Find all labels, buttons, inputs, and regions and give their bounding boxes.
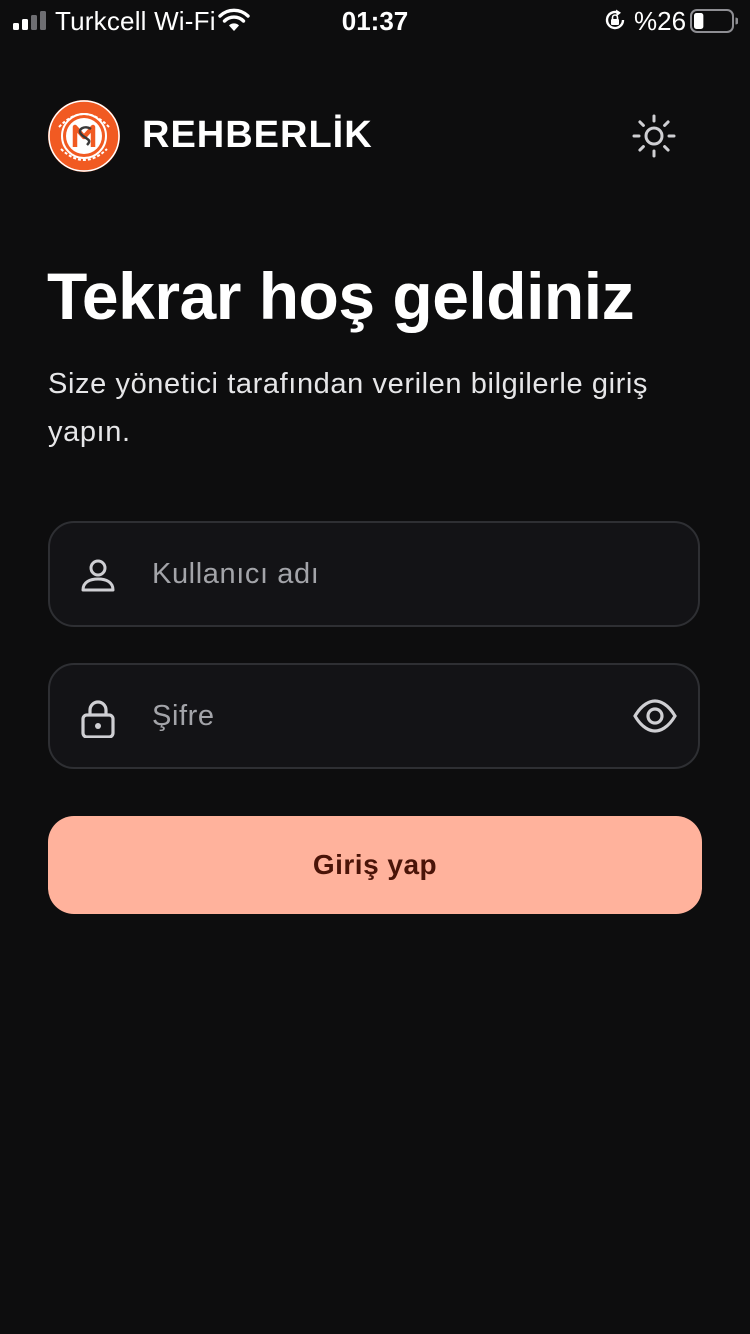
battery-percent: %26 (634, 6, 687, 36)
lock-icon (81, 700, 115, 738)
username-input[interactable] (152, 523, 612, 625)
username-field[interactable] (48, 521, 700, 627)
page-title: Tekrar hoş geldiniz (47, 259, 635, 333)
brand-name: REHBERLİK (142, 114, 373, 156)
status-bar: Turkcell Wi-Fi 01:37 %26 (0, 0, 750, 42)
eye-icon[interactable] (632, 696, 678, 736)
user-icon (81, 559, 115, 592)
battery-icon (690, 9, 738, 33)
theme-toggle-button[interactable] (626, 108, 682, 164)
page-subtitle: Size yönetici tarafından verilen bilgile… (48, 368, 649, 448)
password-field[interactable] (48, 663, 700, 769)
reyhanli-sah-mat-logo (48, 100, 120, 172)
password-input[interactable] (152, 665, 612, 767)
rotation-lock-icon (605, 9, 625, 30)
sun-icon (632, 114, 676, 158)
login-button[interactable]: Giriş yap (48, 816, 702, 914)
